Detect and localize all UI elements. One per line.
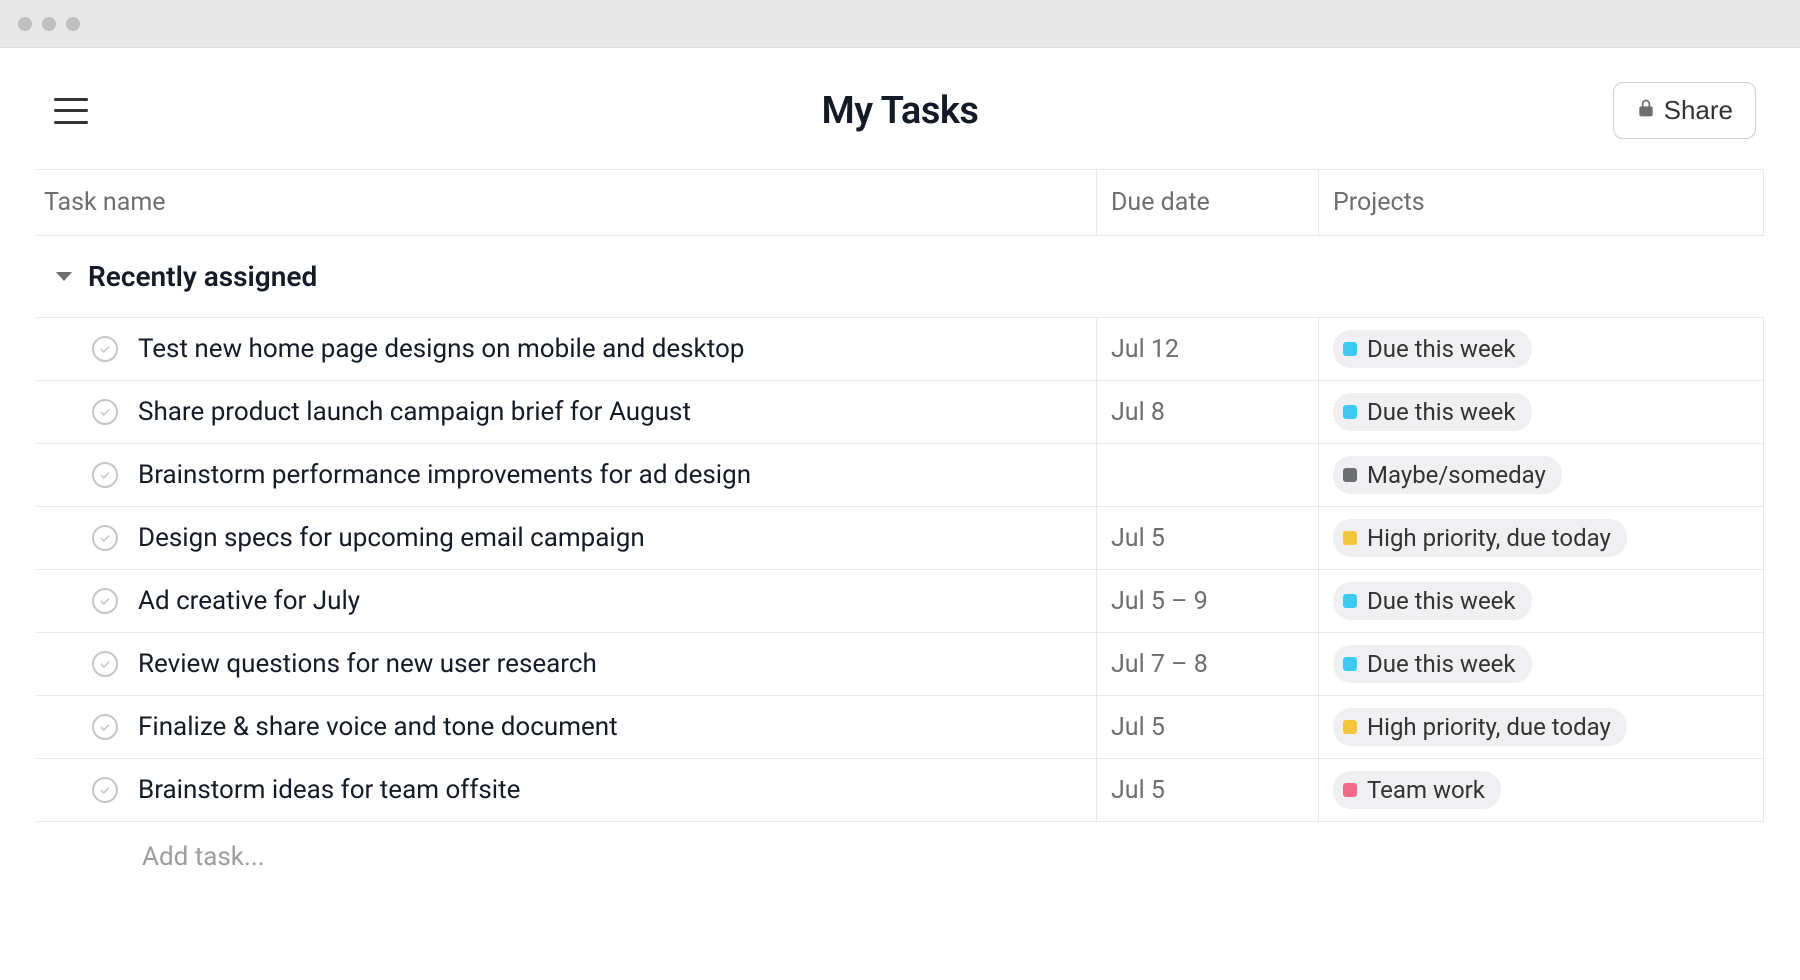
project-label: Maybe/someday <box>1367 461 1546 489</box>
task-name: Test new home page designs on mobile and… <box>138 334 744 364</box>
due-date-cell[interactable]: Jul 8 <box>1096 381 1318 443</box>
task-row[interactable]: Test new home page designs on mobile and… <box>36 318 1764 381</box>
task-name: Design specs for upcoming email campaign <box>138 523 645 553</box>
project-label: Due this week <box>1367 587 1516 615</box>
projects-cell[interactable]: High priority, due today <box>1318 507 1764 569</box>
task-name-cell: Brainstorm performance improvements for … <box>36 444 1096 506</box>
task-name-cell: Ad creative for July <box>36 570 1096 632</box>
task-name: Review questions for new user research <box>138 649 597 679</box>
col-projects[interactable]: Projects <box>1318 170 1764 235</box>
due-date-cell[interactable]: Jul 7 – 8 <box>1096 633 1318 695</box>
complete-check-icon[interactable] <box>92 462 118 488</box>
due-date-cell[interactable] <box>1096 444 1318 506</box>
project-label: Due this week <box>1367 398 1516 426</box>
task-name-cell: Brainstorm ideas for team offsite <box>36 759 1096 821</box>
due-date-cell[interactable]: Jul 5 <box>1096 696 1318 758</box>
complete-check-icon[interactable] <box>92 777 118 803</box>
projects-cell[interactable]: Due this week <box>1318 318 1764 380</box>
complete-check-icon[interactable] <box>92 525 118 551</box>
section-header[interactable]: Recently assigned <box>36 236 1764 318</box>
project-color-dot <box>1343 531 1357 545</box>
complete-check-icon[interactable] <box>92 399 118 425</box>
project-label: Team work <box>1367 776 1485 804</box>
project-color-dot <box>1343 720 1357 734</box>
share-label: Share <box>1664 95 1733 126</box>
project-pill[interactable]: Maybe/someday <box>1333 456 1562 494</box>
task-name-cell: Design specs for upcoming email campaign <box>36 507 1096 569</box>
col-due-date[interactable]: Due date <box>1096 170 1318 235</box>
close-window-icon[interactable] <box>18 17 32 31</box>
topbar: My Tasks Share <box>36 48 1764 169</box>
task-name: Finalize & share voice and tone document <box>138 712 618 742</box>
project-color-dot <box>1343 783 1357 797</box>
project-pill[interactable]: Team work <box>1333 771 1501 809</box>
task-name: Share product launch campaign brief for … <box>138 397 691 427</box>
add-task-input[interactable]: Add task... <box>36 822 1764 892</box>
task-row[interactable]: Review questions for new user research Ju… <box>36 633 1764 696</box>
project-pill[interactable]: Due this week <box>1333 645 1532 683</box>
task-name-cell: Share product launch campaign brief for … <box>36 381 1096 443</box>
complete-check-icon[interactable] <box>92 651 118 677</box>
project-color-dot <box>1343 594 1357 608</box>
due-date-cell[interactable]: Jul 5 <box>1096 759 1318 821</box>
lock-icon <box>1636 95 1656 126</box>
task-row[interactable]: Ad creative for July Jul 5 – 9 Due this we… <box>36 570 1764 633</box>
projects-cell[interactable]: Team work <box>1318 759 1764 821</box>
task-name-cell: Finalize & share voice and tone document <box>36 696 1096 758</box>
projects-cell[interactable]: High priority, due today <box>1318 696 1764 758</box>
projects-cell[interactable]: Due this week <box>1318 381 1764 443</box>
share-button[interactable]: Share <box>1613 82 1756 139</box>
task-name: Brainstorm ideas for team offsite <box>138 775 520 805</box>
minimize-window-icon[interactable] <box>42 17 56 31</box>
projects-cell[interactable]: Maybe/someday <box>1318 444 1764 506</box>
task-table: Task name Due date Projects Recently ass… <box>36 169 1764 892</box>
task-name-cell: Review questions for new user research <box>36 633 1096 695</box>
due-date-cell[interactable]: Jul 5 – 9 <box>1096 570 1318 632</box>
project-pill[interactable]: Due this week <box>1333 393 1532 431</box>
projects-cell[interactable]: Due this week <box>1318 633 1764 695</box>
project-label: High priority, due today <box>1367 713 1611 741</box>
project-color-dot <box>1343 657 1357 671</box>
task-row[interactable]: Design specs for upcoming email campaign… <box>36 507 1764 570</box>
task-name: Brainstorm performance improvements for … <box>138 460 751 490</box>
projects-cell[interactable]: Due this week <box>1318 570 1764 632</box>
complete-check-icon[interactable] <box>92 588 118 614</box>
project-pill[interactable]: Due this week <box>1333 330 1532 368</box>
due-date-cell[interactable]: Jul 5 <box>1096 507 1318 569</box>
project-color-dot <box>1343 405 1357 419</box>
section-title: Recently assigned <box>88 260 317 293</box>
page-title: My Tasks <box>822 89 979 133</box>
task-row[interactable]: Brainstorm performance improvements for … <box>36 444 1764 507</box>
complete-check-icon[interactable] <box>92 336 118 362</box>
menu-icon[interactable] <box>54 98 88 124</box>
project-pill[interactable]: High priority, due today <box>1333 708 1627 746</box>
chevron-down-icon <box>56 272 72 281</box>
app-content: My Tasks Share Task name Due date Projec… <box>0 48 1800 892</box>
task-row[interactable]: Brainstorm ideas for team offsite Jul 5 Te… <box>36 759 1764 822</box>
task-row[interactable]: Finalize & share voice and tone document… <box>36 696 1764 759</box>
task-name: Ad creative for July <box>138 586 360 616</box>
project-color-dot <box>1343 468 1357 482</box>
table-header: Task name Due date Projects <box>36 169 1764 236</box>
project-pill[interactable]: High priority, due today <box>1333 519 1627 557</box>
task-name-cell: Test new home page designs on mobile and… <box>36 318 1096 380</box>
complete-check-icon[interactable] <box>92 714 118 740</box>
col-task-name[interactable]: Task name <box>36 170 1096 235</box>
project-color-dot <box>1343 342 1357 356</box>
due-date-cell[interactable]: Jul 12 <box>1096 318 1318 380</box>
project-label: Due this week <box>1367 335 1516 363</box>
maximize-window-icon[interactable] <box>66 17 80 31</box>
project-label: Due this week <box>1367 650 1516 678</box>
tasks-container: Test new home page designs on mobile and… <box>36 318 1764 822</box>
task-row[interactable]: Share product launch campaign brief for … <box>36 381 1764 444</box>
window-chrome <box>0 0 1800 48</box>
project-pill[interactable]: Due this week <box>1333 582 1532 620</box>
project-label: High priority, due today <box>1367 524 1611 552</box>
